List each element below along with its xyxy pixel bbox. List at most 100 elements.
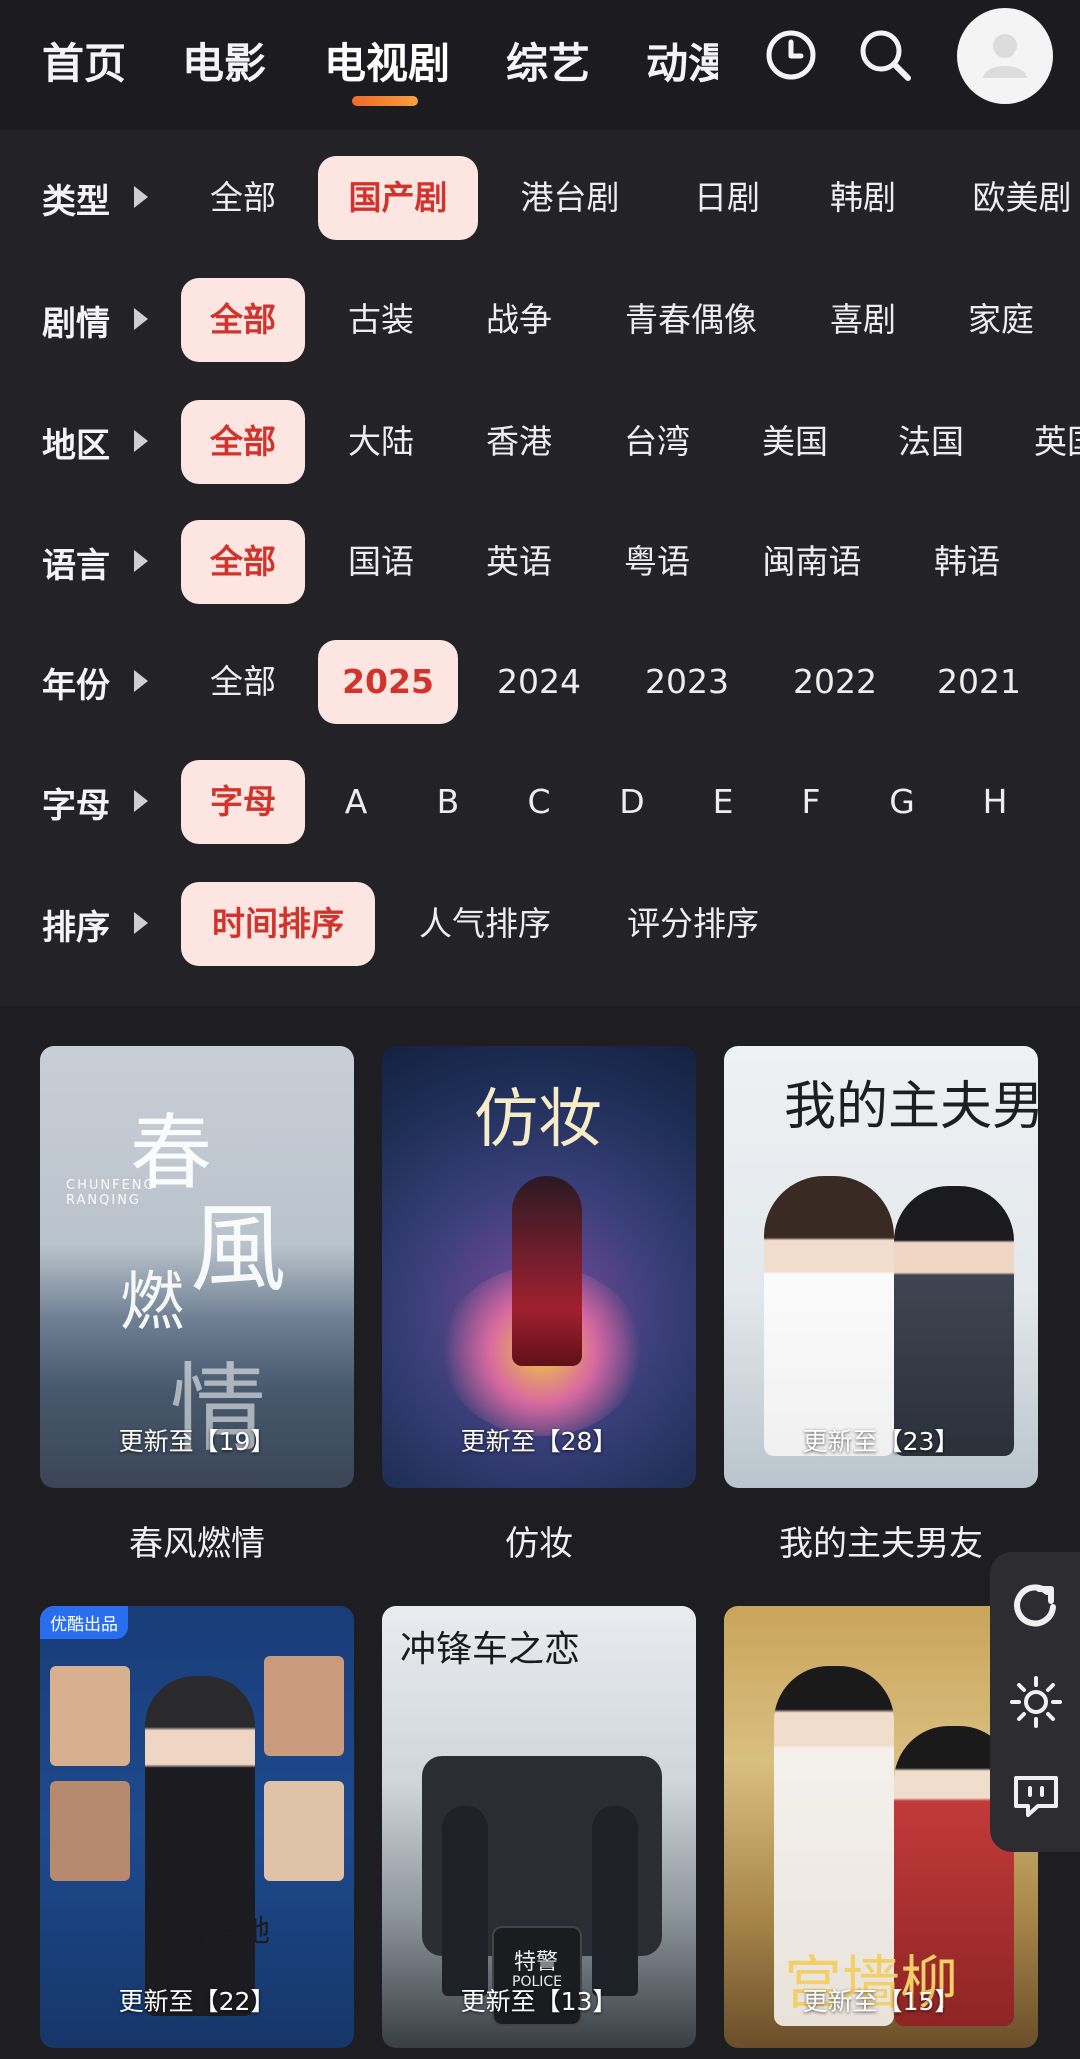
- filter-chip[interactable]: 韩语: [912, 520, 1022, 604]
- poster-art-figure: [50, 1666, 130, 1766]
- brightness-icon[interactable]: [1004, 1670, 1068, 1734]
- filter-chip[interactable]: 2021: [922, 640, 1036, 724]
- poster-art-figure: [442, 1806, 488, 1996]
- filter-row-region: 地区 全部 大陆 香港 台湾 美国 法国 英国: [0, 400, 1080, 484]
- filter-chip[interactable]: D: [608, 760, 656, 844]
- caret-right-icon: [134, 790, 148, 812]
- update-status: 更新至【22】: [118, 1987, 276, 2016]
- poster-art-text: 冲锋车之恋: [400, 1629, 581, 1670]
- update-status: 更新至【19】: [118, 1427, 276, 1456]
- filter-chip[interactable]: 韩剧: [806, 156, 920, 240]
- filter-label: 类型: [42, 182, 110, 222]
- poster-art-text: 燃: [120, 1266, 184, 1340]
- history-icon[interactable]: [756, 20, 826, 90]
- filter-chip[interactable]: 英国: [1034, 400, 1080, 484]
- caret-right-icon: [134, 550, 148, 572]
- filter-chip[interactable]: 青春偶像: [604, 278, 778, 362]
- filter-chip-selected[interactable]: 时间排序: [181, 882, 375, 966]
- poster-art-text: 風: [190, 1193, 286, 1305]
- tab-anime[interactable]: 动漫: [646, 30, 718, 91]
- poster-card[interactable]: 冲锋车之恋 特警 POLICE 更新至【13】: [382, 1606, 696, 2048]
- filter-chip[interactable]: 粤语: [602, 520, 712, 604]
- poster-card[interactable]: 我的主夫男友 更新至【23】: [724, 1046, 1038, 1488]
- filter-row-language: 语言 全部 国语 英语 粤语 闽南语 韩语: [0, 520, 1080, 604]
- filter-chip[interactable]: 评分排序: [618, 882, 768, 966]
- filter-row-sort: 排序 时间排序 人气排序 评分排序: [0, 882, 1080, 966]
- filter-chip[interactable]: 日剧: [670, 156, 784, 240]
- filter-chip-selected[interactable]: 国产剧: [318, 156, 478, 240]
- filter-label: 地区: [42, 426, 110, 466]
- filter-chip-selected[interactable]: 字母: [181, 760, 305, 844]
- poster-art-figure: [264, 1781, 344, 1881]
- poster-art-figure: [145, 1676, 255, 2016]
- tab-tv-series[interactable]: 电视剧: [324, 30, 450, 91]
- update-status: 更新至【28】: [460, 1427, 618, 1456]
- filter-chip[interactable]: 香港: [464, 400, 574, 484]
- filter-chip[interactable]: 国语: [326, 520, 436, 604]
- filter-chip-selected[interactable]: 全部: [181, 400, 305, 484]
- item-title[interactable]: 仿妆: [382, 1516, 696, 1565]
- filter-chip[interactable]: 台湾: [602, 400, 712, 484]
- filter-chip[interactable]: 古装: [326, 278, 436, 362]
- poster-card[interactable]: 优酷出品 白月梦她 更新至【22】: [40, 1606, 354, 2048]
- filter-row-year: 年份 全部 2025 2024 2023 2022 2021: [0, 640, 1080, 724]
- filter-chip[interactable]: 英语: [464, 520, 574, 604]
- filter-chip[interactable]: 闽南语: [756, 520, 868, 604]
- tab-movies[interactable]: 电影: [182, 30, 266, 91]
- avatar[interactable]: [957, 8, 1053, 104]
- filter-label: 排序: [42, 908, 110, 948]
- filter-row-letter: 字母 字母 A B C D E F G H: [0, 760, 1080, 844]
- filter-label: 年份: [42, 666, 110, 706]
- filter-chip[interactable]: G: [878, 760, 926, 844]
- filter-chip[interactable]: 2022: [778, 640, 892, 724]
- filter-chip-selected[interactable]: 2025: [318, 640, 458, 724]
- user-icon: [983, 34, 1027, 78]
- item-title[interactable]: 我的主夫男友: [724, 1516, 1038, 1565]
- filter-chip[interactable]: 2024: [482, 640, 596, 724]
- filter-chip[interactable]: A: [332, 760, 380, 844]
- filter-label: 剧情: [42, 304, 110, 344]
- poster-card[interactable]: 仿妆 更新至【28】: [382, 1046, 696, 1488]
- caret-right-icon: [134, 670, 148, 692]
- refresh-icon[interactable]: [1004, 1574, 1068, 1638]
- update-status: 更新至【13】: [460, 1987, 618, 2016]
- filter-label: 语言: [42, 546, 110, 586]
- search-icon[interactable]: [850, 20, 920, 90]
- filter-chip[interactable]: H: [971, 760, 1019, 844]
- poster-art-figure: [50, 1781, 130, 1881]
- filter-row-type: 类型 全部 国产剧 港台剧 日剧 韩剧 欧美剧: [0, 156, 1080, 240]
- filter-chip[interactable]: E: [699, 760, 747, 844]
- poster-art-subtitle: CHUNFENG RANQING: [66, 1178, 156, 1208]
- poster-art-figure: [264, 1656, 344, 1756]
- poster-art-figure: [512, 1176, 582, 1366]
- filter-chip[interactable]: B: [424, 760, 472, 844]
- filter-chip[interactable]: F: [787, 760, 835, 844]
- tab-home[interactable]: 首页: [42, 30, 126, 91]
- filter-chip[interactable]: 人气排序: [410, 882, 560, 966]
- filter-chip[interactable]: 2023: [630, 640, 744, 724]
- filter-chip[interactable]: 家庭: [946, 278, 1056, 362]
- filter-label: 字母: [42, 786, 110, 826]
- item-title[interactable]: 春风燃情: [40, 1516, 354, 1565]
- filter-chip[interactable]: 全部: [184, 156, 302, 240]
- filter-chip[interactable]: 大陆: [326, 400, 436, 484]
- producer-badge: 优酷出品: [40, 1606, 128, 1639]
- filter-chip[interactable]: 欧美剧: [952, 156, 1080, 240]
- filter-chip[interactable]: 法国: [876, 400, 986, 484]
- filter-chip-selected[interactable]: 全部: [181, 520, 305, 604]
- filter-chip[interactable]: C: [515, 760, 563, 844]
- poster-art-text: 仿妆: [474, 1083, 602, 1157]
- feedback-icon[interactable]: [1004, 1764, 1068, 1828]
- caret-right-icon: [134, 308, 148, 330]
- filter-chip[interactable]: 全部: [184, 640, 302, 724]
- filter-chip[interactable]: 战争: [464, 278, 574, 362]
- filter-chip[interactable]: 喜剧: [808, 278, 918, 362]
- filter-row-plot: 剧情 全部 古装 战争 青春偶像 喜剧 家庭: [0, 278, 1080, 362]
- filter-chip[interactable]: 美国: [740, 400, 850, 484]
- poster-art-text: 特警: [514, 1950, 559, 1975]
- filter-chip[interactable]: 港台剧: [500, 156, 640, 240]
- caret-right-icon: [134, 186, 148, 208]
- filter-chip-selected[interactable]: 全部: [181, 278, 305, 362]
- poster-card[interactable]: 春 風 燃 情 CHUNFENG RANQING 更新至【19】: [40, 1046, 354, 1488]
- tab-variety[interactable]: 综艺: [506, 30, 590, 91]
